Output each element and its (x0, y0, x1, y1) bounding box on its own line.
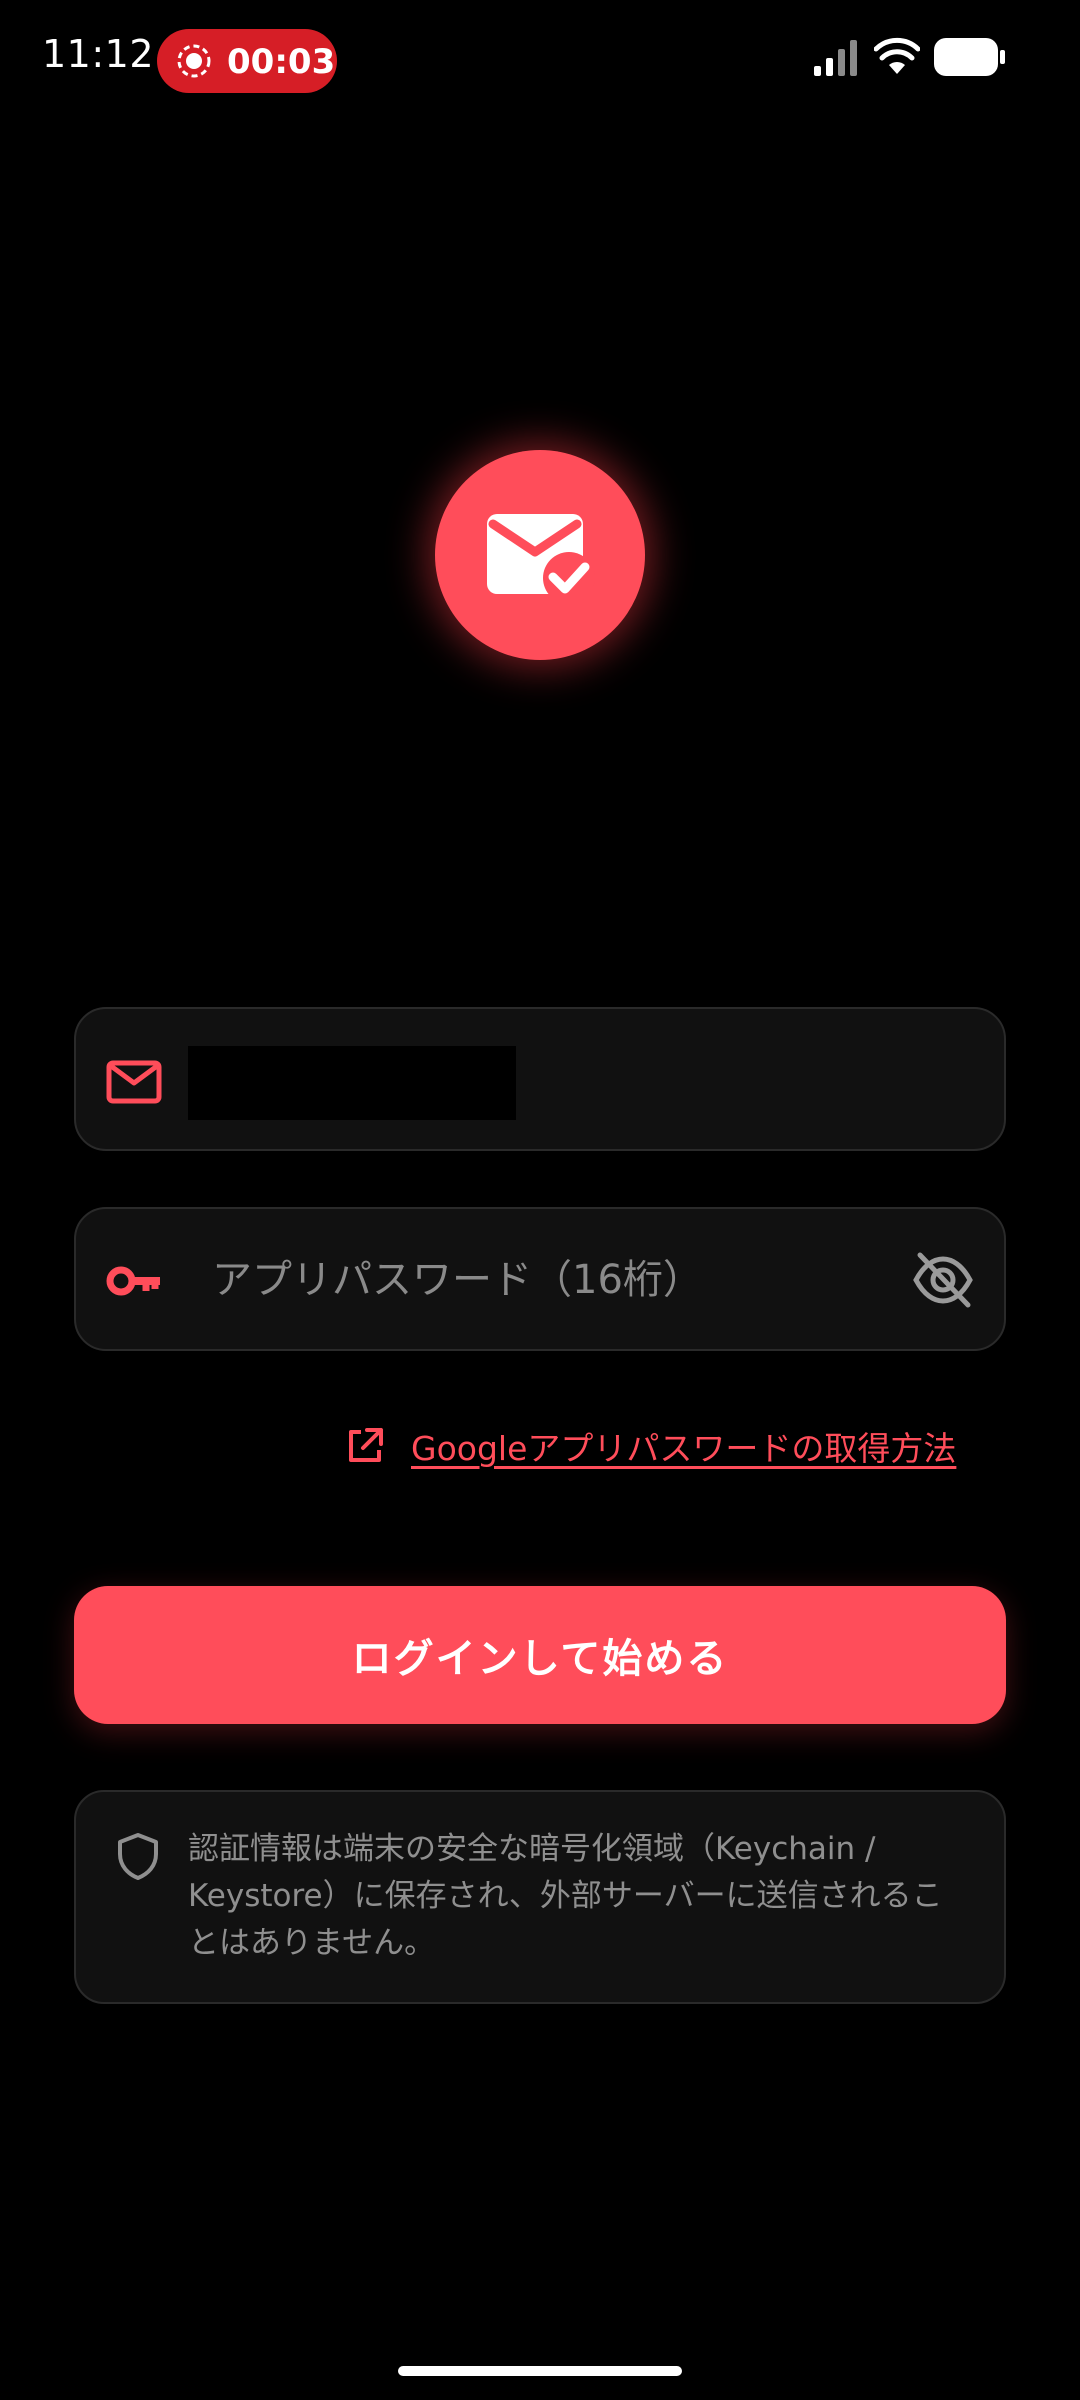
password-input[interactable] (212, 1245, 852, 1315)
home-indicator[interactable] (398, 2366, 682, 2376)
shield-icon (118, 1833, 158, 1880)
email-field[interactable] (74, 1007, 1006, 1151)
status-bar: 11:12 00:03 (0, 0, 1080, 120)
app-logo (435, 450, 645, 660)
screen-recording-indicator[interactable]: 00:03 (157, 29, 337, 93)
wifi-icon (874, 37, 920, 74)
status-time: 11:12 (42, 32, 155, 76)
password-field[interactable] (74, 1207, 1006, 1351)
app-password-help-link[interactable]: Googleアプリパスワードの取得方法 (345, 1422, 956, 1470)
security-note: 認証情報は端末の安全な暗号化領域（Keychain / Keystore）に保存… (188, 1831, 943, 1961)
recording-time: 00:03 (227, 42, 336, 82)
record-icon (177, 44, 211, 78)
mail-icon (106, 1060, 162, 1104)
security-info-box: 認証情報は端末の安全な暗号化領域（Keychain / Keystore）に保存… (74, 1790, 1006, 2004)
key-icon (106, 1266, 160, 1296)
signal-icon (814, 40, 857, 76)
battery-icon (934, 38, 1005, 76)
login-button[interactable]: ログインして始める (74, 1586, 1006, 1724)
mail-check-icon (487, 514, 595, 600)
help-link-label[interactable]: Googleアプリパスワードの取得方法 (411, 1422, 956, 1470)
eye-off-icon[interactable] (912, 1249, 974, 1311)
external-link-icon (349, 1428, 383, 1462)
email-value[interactable] (188, 1046, 516, 1120)
